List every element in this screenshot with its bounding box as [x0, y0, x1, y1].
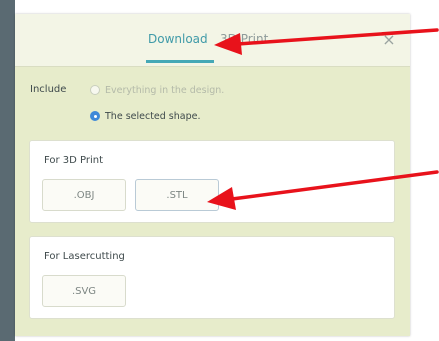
section-3d-print-title: For 3D Print [44, 155, 104, 166]
obj-button[interactable]: .OBJ [42, 179, 126, 211]
tab-3d-print[interactable]: 3D Print [220, 32, 268, 46]
radio-option-everything[interactable]: Everything in the design. [90, 83, 224, 97]
tab-download[interactable]: Download [148, 32, 208, 46]
radio-selected-shape-label: The selected shape. [105, 110, 201, 122]
active-tab-indicator [146, 60, 214, 63]
radio-option-selected-shape[interactable]: The selected shape. [90, 109, 201, 123]
include-label: Include [30, 84, 67, 95]
download-dialog: Download 3D Print × Include Everything i… [15, 14, 410, 336]
dialog-header: Download 3D Print × [15, 14, 410, 67]
section-lasercutting-title: For Lasercutting [44, 251, 125, 262]
close-icon[interactable]: × [380, 31, 398, 49]
svg-button[interactable]: .SVG [42, 275, 126, 307]
radio-selected-shape[interactable] [90, 111, 100, 121]
stl-button[interactable]: .STL [135, 179, 219, 211]
section-lasercutting: For Lasercutting .SVG [29, 236, 395, 319]
radio-everything[interactable] [90, 85, 100, 95]
section-3d-print: For 3D Print .OBJ .STL [29, 140, 395, 223]
background-strip [0, 0, 15, 341]
radio-everything-label: Everything in the design. [105, 84, 225, 96]
